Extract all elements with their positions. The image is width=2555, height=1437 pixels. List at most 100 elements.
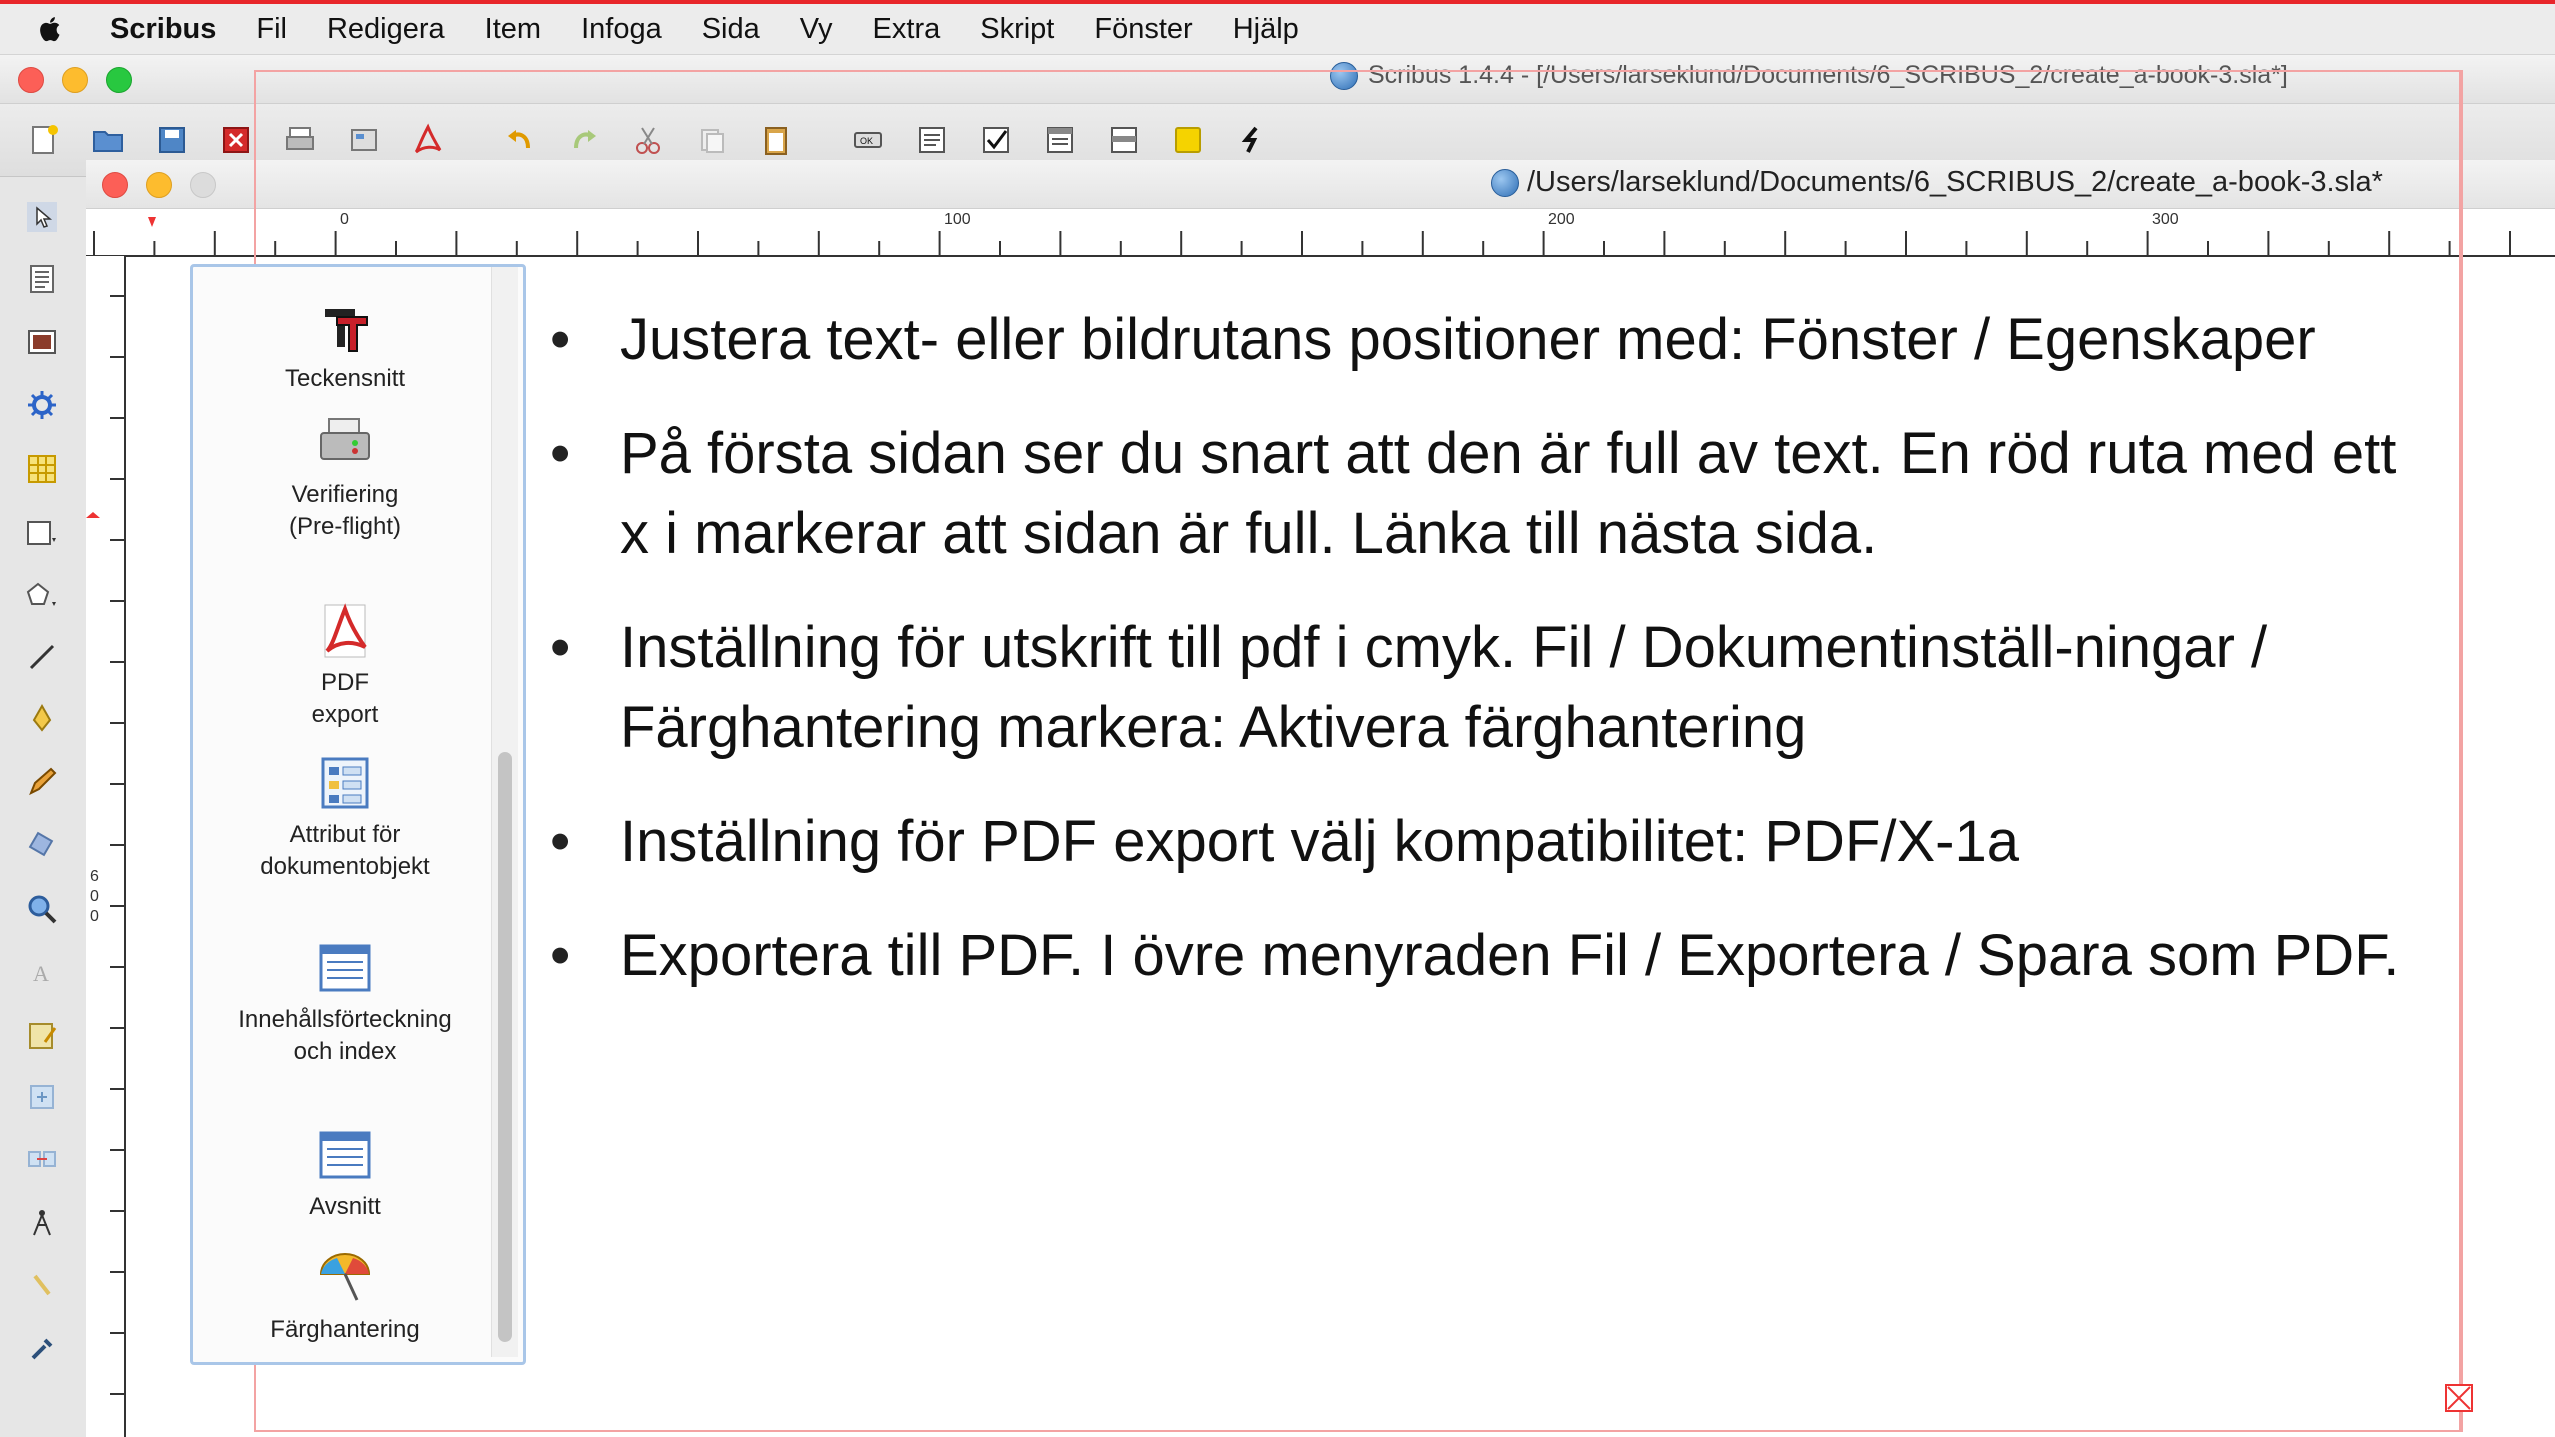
close-document-button[interactable]: [216, 120, 256, 160]
unlink-frames-icon: [28, 1151, 56, 1167]
preflight-button[interactable]: [344, 120, 384, 160]
redo-button[interactable]: [564, 120, 604, 160]
image-frame-tool[interactable]: [22, 322, 62, 362]
eyedropper-tool[interactable]: [22, 1327, 62, 1367]
story-editor-tool[interactable]: [22, 1015, 62, 1055]
close-document-icon: [223, 127, 249, 153]
list-box-tool[interactable]: [1104, 120, 1144, 160]
menu-fonster[interactable]: Fönster: [1094, 13, 1192, 46]
window-title: Scribus 1.4.4 - [/Users/larseklund/Docum…: [1330, 61, 2288, 90]
table-tool[interactable]: [22, 449, 62, 489]
bullet-item: • Inställning för PDF export välj kompat…: [540, 802, 2420, 882]
combo-box-tool[interactable]: [1040, 120, 1080, 160]
svg-text:OK: OK: [860, 136, 873, 146]
rotate-tool[interactable]: [22, 825, 62, 865]
bullet-text-4: Inställning för PDF export välj kompatib…: [620, 809, 2019, 874]
minimize-document-window-button[interactable]: [146, 172, 172, 198]
unlink-frames-tool[interactable]: [22, 1139, 62, 1179]
bullet-marker: •: [550, 615, 571, 680]
close-window-button[interactable]: [18, 67, 44, 93]
new-document-button[interactable]: [24, 120, 64, 160]
checkbox-tool[interactable]: [976, 120, 1016, 160]
menu-skript[interactable]: Skript: [980, 13, 1054, 46]
bullet-item: • Justera text- eller bildrutans positio…: [540, 300, 2420, 380]
copy-icon: [701, 129, 724, 153]
select-tool[interactable]: [22, 197, 62, 237]
panel-item-preflight[interactable]: Verifiering (Pre-flight): [199, 413, 491, 543]
print-button[interactable]: [280, 120, 320, 160]
menu-hjalp[interactable]: Hjälp: [1233, 13, 1299, 46]
menu-vy[interactable]: Vy: [800, 13, 833, 46]
menu-extra[interactable]: Extra: [873, 13, 941, 46]
eyedropper-icon: [31, 1338, 53, 1360]
cut-button[interactable]: [628, 120, 668, 160]
vruler-label-0a: 0: [90, 888, 99, 905]
zoom-window-button[interactable]: [106, 67, 132, 93]
link-annotation-tool[interactable]: [1232, 120, 1272, 160]
shape-tool[interactable]: [22, 513, 62, 553]
text-frame-tool[interactable]: [22, 259, 62, 299]
render-frame-tool[interactable]: [22, 385, 62, 425]
menu-item[interactable]: Item: [485, 13, 541, 46]
minimize-window-button[interactable]: [62, 67, 88, 93]
link-frames-icon: [30, 1085, 54, 1109]
text-field-tool[interactable]: [912, 120, 952, 160]
panel-scrollbar-thumb[interactable]: [498, 752, 512, 1342]
preflight-icon: [351, 129, 377, 151]
link-icon: [1241, 126, 1258, 153]
text-overflow-icon[interactable]: [2444, 1383, 2474, 1413]
vruler-label-6: 6: [90, 868, 99, 885]
panel-item-pdf-export[interactable]: PDF export: [199, 601, 491, 731]
panel-item-attributes[interactable]: Attribut för dokumentobjekt: [199, 753, 491, 883]
panel-item-sections[interactable]: Avsnitt: [199, 1125, 491, 1223]
pdf-export-icon: [324, 603, 367, 658]
bullet-marker: •: [550, 307, 571, 372]
edit-text-tool[interactable]: A: [22, 952, 62, 992]
copy-button[interactable]: [692, 120, 732, 160]
story-editor-icon: [29, 1023, 57, 1049]
close-document-window-button[interactable]: [102, 172, 128, 198]
attributes-icon: [321, 757, 369, 809]
toc-icon: [319, 944, 371, 992]
tool-palette: A: [0, 177, 87, 1437]
bezier-tool[interactable]: [22, 699, 62, 739]
window-controls: [18, 67, 132, 93]
menu-fil[interactable]: Fil: [256, 13, 287, 46]
vertical-ruler[interactable]: 6 0 0: [86, 256, 126, 1437]
export-pdf-button[interactable]: [408, 120, 448, 160]
button-form-tool[interactable]: OK: [848, 120, 888, 160]
new-document-icon: [32, 125, 58, 154]
freehand-tool[interactable]: [22, 762, 62, 802]
menu-app-scribus[interactable]: Scribus: [110, 13, 216, 46]
copy-properties-tool[interactable]: [22, 1267, 62, 1307]
apple-icon[interactable]: [36, 14, 76, 44]
panel-item-fonts[interactable]: Teckensnitt: [199, 297, 491, 395]
redo-icon: [574, 130, 596, 149]
undo-button[interactable]: [500, 120, 540, 160]
line-tool[interactable]: [22, 637, 62, 677]
open-document-button[interactable]: [88, 120, 128, 160]
annotation-tool[interactable]: [1168, 120, 1208, 160]
save-button[interactable]: [152, 120, 192, 160]
paste-button[interactable]: [756, 120, 796, 160]
text-edit-icon: A: [33, 961, 49, 986]
panel-scrollbar[interactable]: [491, 267, 518, 1357]
zoom-tool[interactable]: [22, 889, 62, 929]
measure-icon: [33, 1210, 51, 1236]
horizontal-ruler-ticks: [93, 217, 2511, 255]
measure-tool[interactable]: [22, 1202, 62, 1242]
link-frames-tool[interactable]: [22, 1077, 62, 1117]
panel-item-color-management[interactable]: Färghantering: [199, 1248, 491, 1346]
menu-redigera[interactable]: Redigera: [327, 13, 445, 46]
text-frame[interactable]: • Justera text- eller bildrutans positio…: [540, 300, 2420, 1250]
horizontal-ruler[interactable]: 0 100 200 300: [86, 209, 2555, 257]
panel-item-toc[interactable]: Innehållsförteckning och index: [199, 938, 491, 1068]
panel-label-sections: Avsnitt: [309, 1193, 381, 1220]
menu-infoga[interactable]: Infoga: [581, 13, 662, 46]
menu-sida[interactable]: Sida: [702, 13, 760, 46]
polygon-tool[interactable]: [22, 577, 62, 617]
save-icon: [159, 127, 185, 153]
bullet-item: • Inställning för utskrift till pdf i cm…: [540, 608, 2420, 768]
image-frame-icon: [28, 330, 56, 354]
zoom-document-window-button[interactable]: [190, 172, 216, 198]
